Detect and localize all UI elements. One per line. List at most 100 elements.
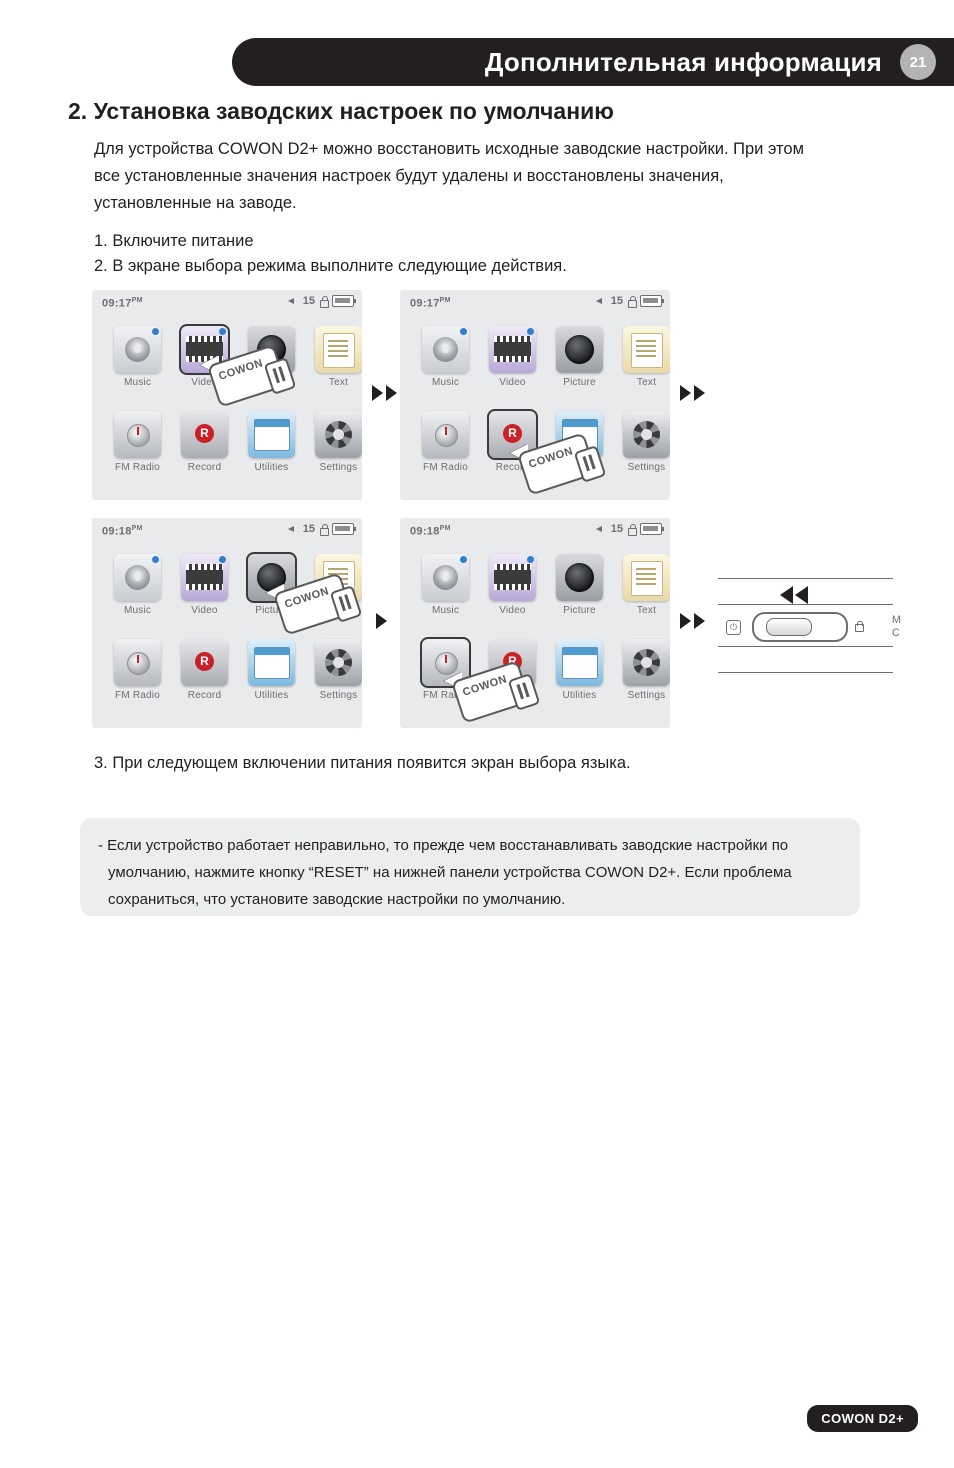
menu-item-picture[interactable]: Picture [546,326,613,388]
speaker-icon [595,523,607,535]
record-icon: R [181,411,228,458]
menu-item-utilities[interactable]: Utilities [546,639,613,701]
lock-icon [854,620,864,632]
slider-knob[interactable] [766,618,812,636]
menu-item-settings[interactable]: Settings [613,411,670,473]
menu-label: Text [328,377,349,388]
menu-item-picture[interactable]: Picture [238,552,305,616]
badge-dot-icon [152,556,159,563]
menu-item-settings[interactable]: Settings [305,411,362,473]
utilities-icon [248,639,295,686]
menu-label: Settings [319,690,358,701]
text-icon [623,554,670,601]
menu-item-fm-radio[interactable]: FM Radio [104,639,171,701]
menu-item-music[interactable]: Music [412,554,479,616]
step-1-text: 1. Включите питание [94,232,254,250]
menu-item-record[interactable]: R Record [171,639,238,701]
menu-item-record[interactable]: R Record [479,639,546,701]
lock-icon [627,524,637,536]
settings-icon [315,639,362,686]
section-title: 2. Установка заводских настроек по умолч… [68,98,614,124]
fm-radio-icon [420,637,471,688]
mode-grid: Music Video Picture Text FM Radio R Reco… [400,318,670,500]
menu-label: Settings [319,462,358,473]
status-time: 09:17PM [102,296,143,310]
menu-item-music[interactable]: Music [104,326,171,388]
note-line-3: сохраниться, что установите заводские на… [108,891,566,908]
menu-label: Record [187,690,222,701]
menu-item-picture[interactable]: Picture [546,554,613,616]
menu-label: Picture [563,605,596,616]
video-icon [489,326,536,373]
badge-dot-icon [527,328,534,335]
speaker-icon [287,523,299,535]
utilities-icon [556,411,603,458]
menu-label: Record [187,462,222,473]
product-badge: COWON D2+ [807,1405,918,1432]
mode-grid: Music Video Picture Text FM Radio R Reco… [92,318,362,500]
menu-item-video[interactable]: Video [171,324,238,388]
menu-item-fm-radio[interactable]: FM Radio [104,411,171,473]
menu-item-text[interactable]: Text [613,326,670,388]
fm-radio-icon [114,411,161,458]
step-3-text: 3. При следующем включении питания появи… [94,754,631,772]
menu-item-music[interactable]: Music [412,326,479,388]
menu-item-video[interactable]: Video [171,554,238,616]
menu-label: Music [431,377,460,388]
status-indicators: 15 [287,523,356,536]
badge-dot-icon [219,556,226,563]
menu-item-text[interactable]: Text [613,554,670,616]
menu-label: Text [636,377,657,388]
menu-label: Text [328,605,349,616]
menu-item-record[interactable]: R Record [479,409,546,473]
menu-item-record[interactable]: R Record [171,411,238,473]
menu-item-picture[interactable]: Picture [238,326,305,388]
video-icon [181,554,228,601]
menu-label: Picture [255,605,288,616]
menu-item-video[interactable]: Video [479,554,546,616]
utilities-icon [248,411,295,458]
note-box: - Если устройство работает неправильно, … [80,818,860,916]
menu-item-music[interactable]: Music [104,554,171,616]
video-icon [179,324,230,375]
menu-label: Utilities [254,462,289,473]
menu-item-utilities[interactable]: Utilities [238,639,305,701]
music-icon [114,554,161,601]
menu-item-settings[interactable]: Settings [305,639,362,701]
flow-arrow-3 [376,613,387,629]
menu-label: FM Radio [423,462,468,473]
menu-item-text[interactable]: Text [305,326,362,388]
status-indicators: 15 [595,523,664,536]
battery-icon [640,295,664,307]
step-2-text: 2. В экране выбора режима выполните след… [94,257,567,275]
menu-label: Music [123,377,152,388]
menu-label: Record [495,462,530,473]
menu-item-utilities[interactable]: Utilities [546,411,613,473]
status-indicators: 15 [595,295,664,308]
record-icon: R [487,409,538,460]
menu-item-settings[interactable]: Settings [613,639,670,701]
menu-label: Utilities [562,462,597,473]
menu-item-fm-radio[interactable]: FM Radio [412,637,479,701]
device-screenshot-1: 09:17PM 15 Music Video Picture Text FM R… [92,290,362,500]
power-icon: ⏻ [726,620,741,635]
section-intro: Для устройства COWON D2+ можно восстанов… [94,140,804,212]
menu-label: Record [495,690,530,701]
menu-item-text[interactable]: Text [305,554,362,616]
badge-dot-icon [460,328,467,335]
power-slider[interactable] [752,612,848,642]
slide-direction-arrow [780,586,808,604]
speaker-icon [595,295,607,307]
music-icon [422,554,469,601]
badge-dot-icon [527,556,534,563]
menu-item-fm-radio[interactable]: FM Radio [412,411,479,473]
volume-level: 15 [610,295,623,307]
note-text: - Если устройство работает неправильно, … [98,832,842,913]
menu-item-video[interactable]: Video [479,326,546,388]
menu-label: Utilities [562,690,597,701]
menu-item-utilities[interactable]: Utilities [238,411,305,473]
lock-icon [319,296,329,308]
menu-label: Picture [563,377,596,388]
device-screenshot-4: 09:18PM 15 Music Video Picture Text FM R… [400,518,670,728]
settings-icon [623,639,670,686]
